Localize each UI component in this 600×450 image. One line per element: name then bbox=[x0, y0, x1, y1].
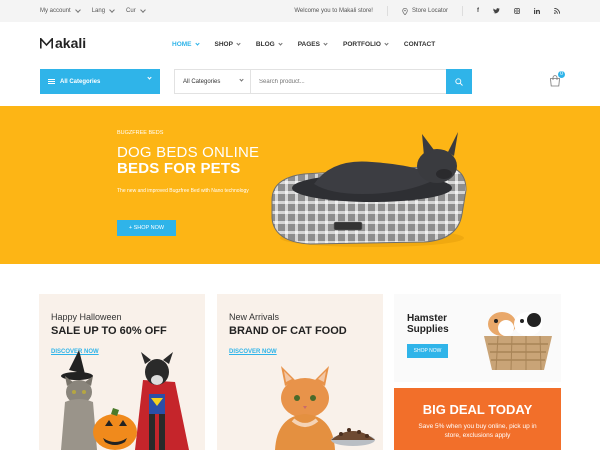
nav-pages[interactable]: PAGES bbox=[297, 40, 328, 48]
rss-icon[interactable] bbox=[554, 8, 560, 14]
site-header: akali HOME SHOP BLOG PAGES PORTFOLIO CON… bbox=[0, 22, 600, 66]
search-icon bbox=[455, 77, 463, 86]
chevron-down-icon bbox=[74, 7, 81, 13]
language-dropdown[interactable]: Lang bbox=[91, 7, 115, 14]
search-row: All Categories All Categories 0 bbox=[0, 66, 600, 106]
cat-food-image bbox=[275, 366, 375, 450]
dog-bed-image bbox=[262, 118, 472, 258]
hero-subtitle: The new and improved Bugzfree Bed with N… bbox=[117, 188, 249, 194]
big-deal-text: Save 5% when you buy online, pick up in … bbox=[418, 423, 537, 439]
nav-shop-label: SHOP bbox=[214, 40, 233, 48]
location-pin-icon bbox=[402, 7, 408, 15]
nav-pages-label: PAGES bbox=[297, 40, 320, 48]
discover-now-link[interactable]: DISCOVER NOW bbox=[229, 349, 277, 355]
promo-small-title: Happy Halloween bbox=[51, 312, 122, 322]
promo-big-title: BRAND OF CAT FOOD bbox=[229, 325, 347, 337]
hamster-title-line2: Supplies bbox=[407, 324, 449, 335]
big-deal-title: BIG DEAL TODAY bbox=[422, 402, 533, 417]
all-categories-button[interactable]: All Categories bbox=[40, 69, 160, 94]
chevron-down-icon bbox=[194, 40, 200, 46]
divider bbox=[386, 6, 388, 16]
search-button[interactable] bbox=[446, 69, 472, 94]
top-bar-left: My account Lang Cur bbox=[40, 0, 146, 22]
promo-card-big-deal[interactable]: BIG DEAL TODAY Save 5% when you buy onli… bbox=[394, 388, 561, 450]
chevron-down-icon bbox=[384, 40, 389, 46]
nav-home[interactable]: HOME bbox=[172, 40, 200, 48]
language-label: Lang bbox=[91, 8, 106, 14]
all-categories-label: All Categories bbox=[60, 78, 101, 85]
welcome-text: Welcome you to Makali store! bbox=[294, 8, 373, 14]
logo-m-icon bbox=[40, 37, 53, 48]
chevron-down-icon bbox=[109, 7, 115, 13]
menu-icon bbox=[48, 79, 55, 84]
store-locator-link[interactable]: Store Locator bbox=[402, 7, 448, 15]
top-bar-right: Welcome you to Makali store! Store Locat… bbox=[294, 0, 560, 22]
promo-card-halloween[interactable]: Happy Halloween SALE UP TO 60% OFF DISCO… bbox=[39, 294, 205, 450]
promo-card-hamster[interactable]: Hamster Supplies SHOP NOW bbox=[394, 294, 561, 382]
nav-portfolio-label: PORTFOLIO bbox=[342, 40, 381, 48]
social-links: f bbox=[477, 8, 560, 14]
currency-label: Cur bbox=[126, 8, 136, 14]
chevron-down-icon bbox=[278, 40, 283, 46]
search-input[interactable] bbox=[251, 70, 446, 93]
facebook-icon[interactable]: f bbox=[477, 8, 479, 14]
cart-button[interactable]: 0 bbox=[549, 71, 565, 87]
cart-count-badge: 0 bbox=[558, 71, 565, 78]
chevron-down-icon bbox=[236, 40, 241, 46]
store-locator-label: Store Locator bbox=[411, 8, 448, 14]
chevron-down-icon bbox=[139, 7, 146, 13]
my-account-dropdown[interactable]: My account bbox=[40, 7, 81, 14]
promo-big-title: SALE UP TO 60% OFF bbox=[51, 325, 167, 337]
shop-now-button[interactable]: + SHOP NOW bbox=[117, 220, 176, 236]
hero-title-line1: DOG BEDS ONLINE bbox=[117, 144, 260, 161]
category-select-value: All Categories bbox=[183, 78, 221, 85]
nav-blog[interactable]: BLOG bbox=[255, 40, 283, 48]
currency-dropdown[interactable]: Cur bbox=[126, 7, 146, 14]
divider bbox=[462, 6, 463, 16]
search-bar: All Categories bbox=[174, 69, 472, 94]
hero-kicker: BUGZFREE BEDS bbox=[117, 130, 164, 136]
hero-title-line2: BEDS FOR PETS bbox=[117, 160, 241, 177]
nav-blog-label: BLOG bbox=[255, 40, 275, 48]
promo-card-cat-food[interactable]: New Arrivals BRAND OF CAT FOOD DISCOVER … bbox=[217, 294, 383, 450]
instagram-icon[interactable] bbox=[514, 8, 520, 14]
main-nav: HOME SHOP BLOG PAGES PORTFOLIO CONTACT bbox=[172, 22, 435, 66]
chevron-down-icon bbox=[323, 40, 328, 46]
nav-shop[interactable]: SHOP bbox=[214, 40, 241, 48]
my-account-label: My account bbox=[40, 8, 71, 14]
chevron-down-icon bbox=[147, 75, 152, 80]
halloween-pets-image bbox=[61, 350, 189, 450]
nav-portfolio[interactable]: PORTFOLIO bbox=[342, 40, 389, 48]
hamster-title-line1: Hamster bbox=[407, 313, 448, 324]
hero-banner: BUGZFREE BEDS DOG BEDS ONLINE BEDS FOR P… bbox=[0, 106, 600, 264]
category-select[interactable]: All Categories bbox=[175, 70, 251, 93]
hamster-shop-now-button[interactable]: SHOP NOW bbox=[407, 344, 448, 358]
nav-contact-label: CONTACT bbox=[403, 40, 436, 48]
hamster-basket-image bbox=[484, 312, 552, 371]
site-logo[interactable]: akali bbox=[40, 35, 86, 51]
nav-contact[interactable]: CONTACT bbox=[404, 41, 435, 48]
promo-small-title: New Arrivals bbox=[229, 312, 280, 322]
logo-text: akali bbox=[55, 35, 87, 51]
twitter-icon[interactable] bbox=[493, 8, 500, 14]
chevron-down-icon bbox=[239, 77, 244, 82]
top-bar: My account Lang Cur Welcome you to Makal… bbox=[0, 0, 600, 22]
linkedin-icon[interactable] bbox=[534, 8, 540, 14]
nav-home-label: HOME bbox=[172, 40, 192, 48]
